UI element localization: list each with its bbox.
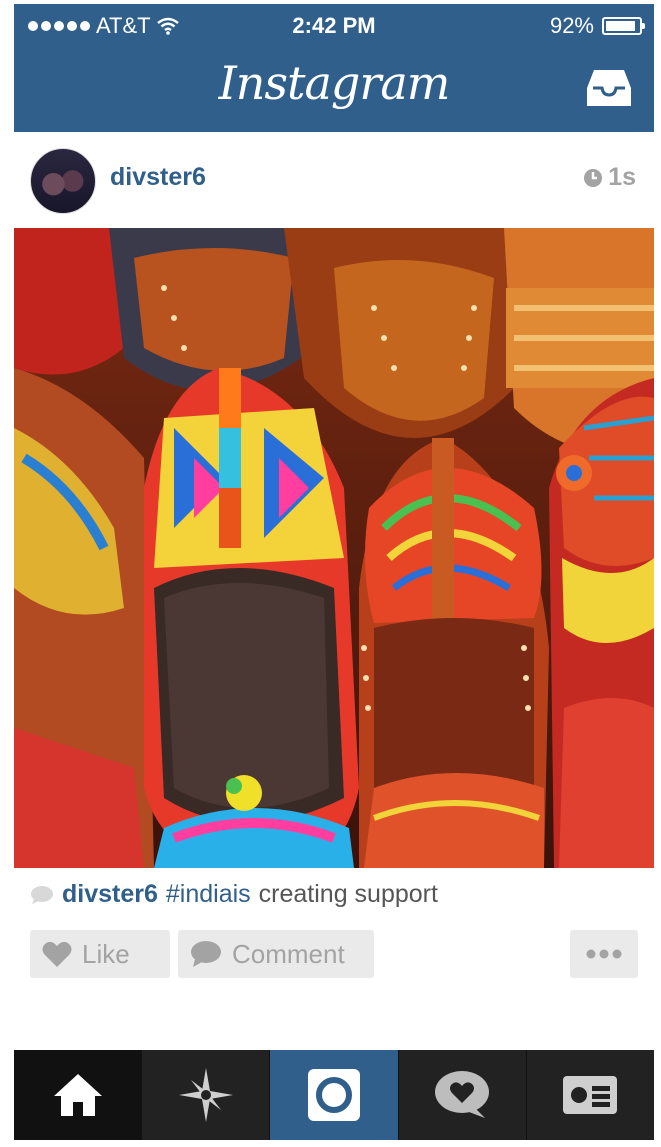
tab-profile[interactable]: [525, 1050, 654, 1140]
like-label: Like: [82, 938, 130, 969]
tab-bar: [14, 1050, 654, 1140]
tab-camera[interactable]: [269, 1050, 398, 1140]
post-header: divster6 1s: [14, 132, 654, 228]
tab-activity[interactable]: [397, 1050, 526, 1140]
time-ago: 1s: [608, 163, 636, 191]
instagram-logo: Instagram: [218, 56, 451, 110]
post-timestamp: 1s: [583, 163, 636, 192]
profile-card-icon: [563, 1076, 618, 1114]
post-caption: divster6 #indiais creating support: [30, 880, 438, 909]
app-frame: AT&T 2:42 PM 92% Instagram divster6 1s d…: [14, 0, 654, 1147]
status-bar: AT&T 2:42 PM 92%: [14, 4, 654, 44]
home-icon: [53, 1074, 102, 1116]
ellipsis-icon: [586, 949, 622, 959]
caption-text: creating support: [258, 880, 438, 908]
status-right: 92%: [549, 13, 645, 39]
clock-icon: [584, 168, 603, 187]
post-photo[interactable]: [14, 228, 654, 868]
battery-percent: 92%: [549, 13, 594, 38]
comment-label: Comment: [232, 938, 345, 969]
post-actions: Like Comment: [30, 930, 638, 978]
caption-hashtag[interactable]: #indiais: [166, 880, 251, 909]
speech-bubble-icon: [31, 885, 53, 904]
inbox-icon[interactable]: [586, 68, 632, 108]
embroidered-shoes-image: [14, 228, 654, 868]
tab-explore[interactable]: [141, 1050, 269, 1140]
heart-icon: [42, 941, 72, 967]
battery-icon: [602, 17, 645, 35]
nav-bar: Instagram: [14, 44, 654, 132]
post-username[interactable]: divster6: [110, 163, 206, 192]
avatar[interactable]: [30, 148, 96, 214]
tab-home[interactable]: [14, 1050, 142, 1140]
comment-button[interactable]: Comment: [178, 930, 374, 978]
comment-icon: [191, 941, 221, 967]
activity-heart-bubble-icon: [435, 1071, 490, 1118]
camera-icon: [308, 1069, 360, 1121]
compass-star-icon: [178, 1068, 233, 1122]
like-button[interactable]: Like: [30, 930, 170, 978]
more-options-button[interactable]: [570, 930, 638, 978]
caption-username[interactable]: divster6: [62, 880, 158, 909]
